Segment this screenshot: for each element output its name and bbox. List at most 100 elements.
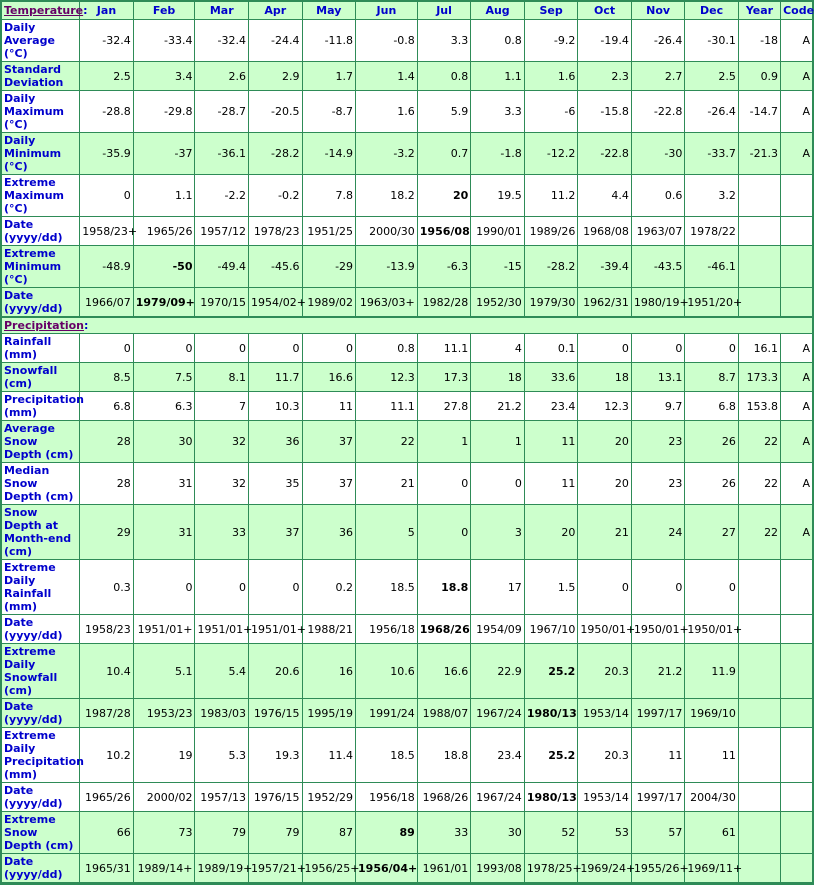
- code-cell: [781, 644, 812, 699]
- value-cell-feb: 1953/23: [133, 699, 196, 728]
- value-cell-jan: 28: [80, 463, 134, 505]
- year-cell: [738, 560, 782, 615]
- value-cell-aug: 19.5: [471, 175, 525, 217]
- value-cell-feb: 5.1: [133, 644, 196, 699]
- table-row: Daily Maximum (°C) -28.8 -29.8 -28.7 -20.5 -8…: [2, 91, 812, 133]
- value-cell-may: -29: [302, 246, 357, 288]
- precipitation-link[interactable]: Precipitation: [4, 319, 84, 332]
- code-cell: [781, 699, 812, 728]
- value-cell-jun: 1963/03+: [356, 288, 418, 318]
- value-cell-oct: 53: [578, 812, 632, 854]
- value-cell-jun: 11.1: [356, 392, 418, 421]
- value-cell-sep: 1979/30: [524, 288, 579, 318]
- value-cell-dec: 11: [685, 728, 739, 783]
- value-cell-oct: -22.8: [578, 133, 632, 175]
- row-label: Extreme Snow Depth (cm): [2, 812, 81, 854]
- value-cell-oct: 1968/08: [578, 217, 632, 246]
- value-cell-may: 1.7: [302, 62, 357, 91]
- value-cell-may: 0: [302, 334, 357, 363]
- colon: :: [83, 4, 88, 17]
- value-cell-jul: 1968/26: [417, 783, 472, 812]
- row-label: Extreme Daily Snowfall (cm): [2, 644, 81, 699]
- year-cell: 153.8: [738, 392, 782, 421]
- year-cell: 173.3: [738, 363, 782, 392]
- month-header: Nov: [631, 2, 686, 20]
- value-cell-mar: 32: [195, 421, 249, 463]
- table-row: Date (yyyy/dd) 1965/31 1989/14+ 1989/19+ 195…: [2, 854, 812, 883]
- value-cell-aug: 17: [471, 560, 525, 615]
- value-cell-jan: -48.9: [80, 246, 134, 288]
- year-cell: [738, 728, 782, 783]
- value-cell-sep: 1.5: [524, 560, 579, 615]
- section-header-temperature: Temperature:: [2, 2, 88, 20]
- month-header: Feb: [133, 2, 196, 20]
- table-row: Extreme Snow Depth (cm) 66 73 79 79 87 89 33 30 5…: [2, 812, 812, 854]
- table-row: Date (yyyy/dd) 1966/07 1979/09+ 1970/15 1954…: [2, 288, 812, 318]
- value-cell-oct: 21: [578, 505, 632, 560]
- year-cell: -21.3: [738, 133, 782, 175]
- table-row: Precipitation (mm) 6.8 6.3 7 10.3 11 11.1 27.8 2…: [2, 392, 812, 421]
- code-cell: [781, 615, 812, 644]
- value-cell-dec: 2.5: [685, 62, 739, 91]
- year-cell: 22: [738, 505, 782, 560]
- year-cell: [738, 217, 782, 246]
- month-header: Jan: [80, 2, 134, 20]
- value-cell-jul: 1982/28: [417, 288, 472, 318]
- value-cell-oct: -39.4: [578, 246, 632, 288]
- row-label: Date (yyyy/dd): [2, 854, 81, 883]
- value-cell-feb: 1979/09+: [133, 288, 196, 318]
- value-cell-jun: -3.2: [356, 133, 418, 175]
- value-cell-dec: 1951/20+: [685, 288, 742, 318]
- value-cell-oct: 0: [578, 334, 632, 363]
- value-cell-nov: 1980/19+: [631, 288, 689, 318]
- code-cell: A: [781, 392, 812, 421]
- value-cell-dec: 26: [685, 463, 739, 505]
- value-cell-dec: -33.7: [685, 133, 739, 175]
- value-cell-nov: 2.7: [631, 62, 686, 91]
- value-cell-jun: 1.6: [356, 91, 418, 133]
- value-cell-jul: 3.3: [417, 20, 472, 62]
- colon: :: [83, 319, 89, 332]
- row-label: Daily Average (°C): [2, 20, 81, 62]
- section-header-precipitation: Precipitation:: [2, 318, 812, 334]
- value-cell-jul: 18.8: [417, 560, 472, 615]
- temperature-link[interactable]: Temperature: [4, 4, 83, 17]
- value-cell-feb: 6.3: [133, 392, 196, 421]
- value-cell-apr: 11.7: [249, 363, 303, 392]
- value-cell-jul: 11.1: [417, 334, 472, 363]
- value-cell-feb: 0: [133, 560, 196, 615]
- value-cell-dec: 3.2: [685, 175, 739, 217]
- value-cell-jan: -28.8: [80, 91, 134, 133]
- value-cell-jan: 6.8: [80, 392, 134, 421]
- value-cell-nov: 13.1: [631, 363, 686, 392]
- value-cell-apr: 36: [249, 421, 303, 463]
- value-cell-jan: 1966/07: [80, 288, 134, 318]
- value-cell-may: 1995/19: [302, 699, 357, 728]
- value-cell-oct: 2.3: [578, 62, 632, 91]
- value-cell-jun: -0.8: [356, 20, 418, 62]
- value-cell-mar: 0: [195, 560, 249, 615]
- value-cell-dec: 0: [685, 334, 739, 363]
- year-cell: [738, 175, 782, 217]
- value-cell-jun: 89: [356, 812, 418, 854]
- code-cell: A: [781, 133, 812, 175]
- value-cell-nov: -30: [631, 133, 686, 175]
- value-cell-apr: 37: [249, 505, 303, 560]
- value-cell-jun: 1.4: [356, 62, 418, 91]
- table-row: Date (yyyy/dd) 1958/23 1951/01+ 1951/01+ 195…: [2, 615, 812, 644]
- value-cell-jul: 1956/08: [417, 217, 472, 246]
- value-cell-jun: 18.2: [356, 175, 418, 217]
- value-cell-dec: 1969/11+: [685, 854, 742, 883]
- value-cell-oct: 20.3: [578, 644, 632, 699]
- value-cell-feb: 1.1: [133, 175, 196, 217]
- value-cell-sep: -28.2: [524, 246, 579, 288]
- table-row: Snow Depth at Month-end (cm) 29 31 33 37 36 5 0…: [2, 505, 812, 560]
- value-cell-feb: 3.4: [133, 62, 196, 91]
- value-cell-feb: 1951/01+: [133, 615, 196, 644]
- value-cell-oct: 4.4: [578, 175, 632, 217]
- value-cell-sep: 33.6: [524, 363, 579, 392]
- value-cell-jul: 0.8: [417, 62, 472, 91]
- value-cell-may: 1951/25: [302, 217, 357, 246]
- value-cell-jun: 21: [356, 463, 418, 505]
- value-cell-aug: 4: [471, 334, 525, 363]
